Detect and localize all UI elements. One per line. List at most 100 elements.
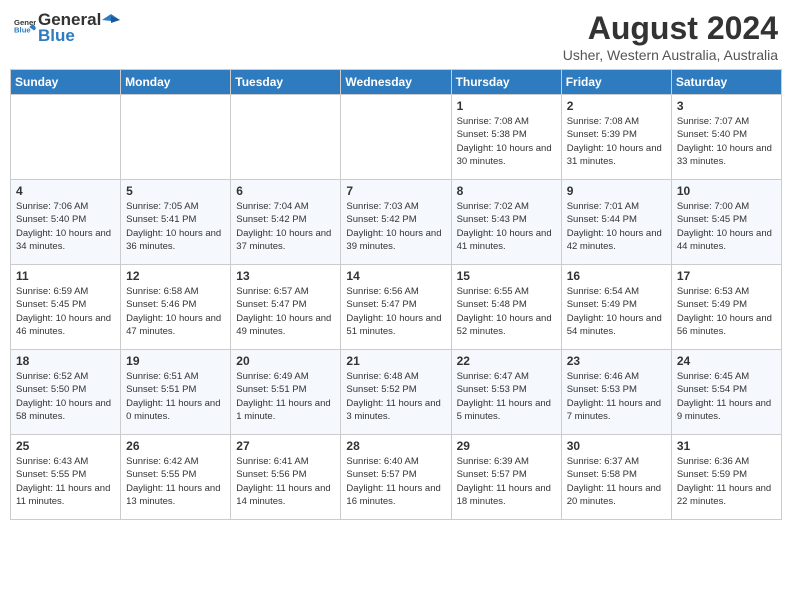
calendar-cell: 6 Sunrise: 7:04 AMSunset: 5:42 PMDaylight… [231, 180, 341, 265]
day-number: 5 [126, 184, 225, 198]
day-info: Sunrise: 6:59 AMSunset: 5:45 PMDaylight:… [16, 285, 115, 338]
day-info: Sunrise: 6:57 AMSunset: 5:47 PMDaylight:… [236, 285, 335, 338]
logo: General Blue General Blue [14, 10, 120, 46]
day-number: 3 [677, 99, 776, 113]
location-subtitle: Usher, Western Australia, Australia [563, 47, 778, 63]
calendar-cell: 1 Sunrise: 7:08 AMSunset: 5:38 PMDaylight… [451, 95, 561, 180]
calendar-cell: 31 Sunrise: 6:36 AMSunset: 5:59 PMDayligh… [671, 435, 781, 520]
day-info: Sunrise: 7:03 AMSunset: 5:42 PMDaylight:… [346, 200, 445, 253]
week-row-3: 11Sunrise: 6:59 AMSunset: 5:45 PMDayligh… [11, 265, 782, 350]
day-number: 9 [567, 184, 666, 198]
day-info: Sunrise: 6:46 AMSunset: 5:53 PMDaylight:… [567, 370, 666, 423]
day-number: 25 [16, 439, 115, 453]
header-saturday: Saturday [671, 70, 781, 95]
day-number: 1 [457, 99, 556, 113]
day-info: Sunrise: 6:37 AMSunset: 5:58 PMDaylight:… [567, 455, 666, 508]
day-info: Sunrise: 6:49 AMSunset: 5:51 PMDaylight:… [236, 370, 335, 423]
day-number: 19 [126, 354, 225, 368]
calendar-cell: 26Sunrise: 6:42 AMSunset: 5:55 PMDayligh… [121, 435, 231, 520]
day-info: Sunrise: 6:51 AMSunset: 5:51 PMDaylight:… [126, 370, 225, 423]
day-info: Sunrise: 6:36 AMSunset: 5:59 PMDaylight:… [677, 455, 776, 508]
day-number: 18 [16, 354, 115, 368]
week-row-2: 4Sunrise: 7:06 AMSunset: 5:40 PMDaylight… [11, 180, 782, 265]
calendar-cell: 25 Sunrise: 6:43 AMSunset: 5:55 PMDayligh… [11, 435, 121, 520]
day-info: Sunrise: 7:08 AMSunset: 5:38 PMDaylight:… [457, 115, 556, 168]
calendar-cell: 29 Sunrise: 6:39 AMSunset: 5:57 PMDayligh… [451, 435, 561, 520]
day-info: Sunrise: 6:54 AMSunset: 5:49 PMDaylight:… [567, 285, 666, 338]
svg-text:Blue: Blue [14, 25, 31, 34]
calendar-cell: 11Sunrise: 6:59 AMSunset: 5:45 PMDayligh… [11, 265, 121, 350]
calendar-cell: 18 Sunrise: 6:52 AMSunset: 5:50 PMDayligh… [11, 350, 121, 435]
calendar-cell: 20 Sunrise: 6:49 AMSunset: 5:51 PMDayligh… [231, 350, 341, 435]
day-number: 24 [677, 354, 776, 368]
day-info: Sunrise: 6:39 AMSunset: 5:57 PMDaylight:… [457, 455, 556, 508]
calendar-cell: 9 Sunrise: 7:01 AMSunset: 5:44 PMDaylight… [561, 180, 671, 265]
day-number: 27 [236, 439, 335, 453]
calendar-cell: 2 Sunrise: 7:08 AMSunset: 5:39 PMDaylight… [561, 95, 671, 180]
day-info: Sunrise: 6:41 AMSunset: 5:56 PMDaylight:… [236, 455, 335, 508]
calendar-cell [341, 95, 451, 180]
day-info: Sunrise: 7:08 AMSunset: 5:39 PMDaylight:… [567, 115, 666, 168]
day-info: Sunrise: 7:00 AMSunset: 5:45 PMDaylight:… [677, 200, 776, 253]
header-monday: Monday [121, 70, 231, 95]
day-info: Sunrise: 6:42 AMSunset: 5:55 PMDaylight:… [126, 455, 225, 508]
calendar-cell: 15 Sunrise: 6:55 AMSunset: 5:48 PMDayligh… [451, 265, 561, 350]
day-number: 16 [567, 269, 666, 283]
calendar-cell: 24 Sunrise: 6:45 AMSunset: 5:54 PMDayligh… [671, 350, 781, 435]
header-friday: Friday [561, 70, 671, 95]
header-row: SundayMondayTuesdayWednesdayThursdayFrid… [11, 70, 782, 95]
day-info: Sunrise: 6:55 AMSunset: 5:48 PMDaylight:… [457, 285, 556, 338]
day-number: 13 [236, 269, 335, 283]
day-number: 17 [677, 269, 776, 283]
calendar-cell: 17Sunrise: 6:53 AMSunset: 5:49 PMDayligh… [671, 265, 781, 350]
day-number: 21 [346, 354, 445, 368]
header-sunday: Sunday [11, 70, 121, 95]
day-info: Sunrise: 7:04 AMSunset: 5:42 PMDaylight:… [236, 200, 335, 253]
week-row-1: 1 Sunrise: 7:08 AMSunset: 5:38 PMDaylight… [11, 95, 782, 180]
calendar-cell: 16 Sunrise: 6:54 AMSunset: 5:49 PMDayligh… [561, 265, 671, 350]
day-info: Sunrise: 7:06 AMSunset: 5:40 PMDaylight:… [16, 200, 115, 253]
calendar-cell: 10 Sunrise: 7:00 AMSunset: 5:45 PMDayligh… [671, 180, 781, 265]
calendar-cell: 19 Sunrise: 6:51 AMSunset: 5:51 PMDayligh… [121, 350, 231, 435]
day-number: 30 [567, 439, 666, 453]
day-number: 10 [677, 184, 776, 198]
calendar-cell: 7 Sunrise: 7:03 AMSunset: 5:42 PMDaylight… [341, 180, 451, 265]
day-info: Sunrise: 6:47 AMSunset: 5:53 PMDaylight:… [457, 370, 556, 423]
day-number: 22 [457, 354, 556, 368]
day-number: 14 [346, 269, 445, 283]
calendar-cell [11, 95, 121, 180]
month-year-title: August 2024 [563, 10, 778, 47]
day-info: Sunrise: 6:40 AMSunset: 5:57 PMDaylight:… [346, 455, 445, 508]
day-info: Sunrise: 6:43 AMSunset: 5:55 PMDaylight:… [16, 455, 115, 508]
day-number: 7 [346, 184, 445, 198]
header-wednesday: Wednesday [341, 70, 451, 95]
day-number: 8 [457, 184, 556, 198]
calendar-cell: 4Sunrise: 7:06 AMSunset: 5:40 PMDaylight… [11, 180, 121, 265]
day-info: Sunrise: 6:45 AMSunset: 5:54 PMDaylight:… [677, 370, 776, 423]
day-info: Sunrise: 7:07 AMSunset: 5:40 PMDaylight:… [677, 115, 776, 168]
day-info: Sunrise: 6:48 AMSunset: 5:52 PMDaylight:… [346, 370, 445, 423]
week-row-5: 25 Sunrise: 6:43 AMSunset: 5:55 PMDayligh… [11, 435, 782, 520]
day-number: 2 [567, 99, 666, 113]
week-row-4: 18 Sunrise: 6:52 AMSunset: 5:50 PMDayligh… [11, 350, 782, 435]
page-header: General Blue General Blue August 2024 Us… [10, 10, 782, 63]
day-info: Sunrise: 6:56 AMSunset: 5:47 PMDaylight:… [346, 285, 445, 338]
day-info: Sunrise: 6:52 AMSunset: 5:50 PMDaylight:… [16, 370, 115, 423]
day-number: 15 [457, 269, 556, 283]
calendar-cell: 27 Sunrise: 6:41 AMSunset: 5:56 PMDayligh… [231, 435, 341, 520]
calendar-cell: 23 Sunrise: 6:46 AMSunset: 5:53 PMDayligh… [561, 350, 671, 435]
calendar-cell: 30 Sunrise: 6:37 AMSunset: 5:58 PMDayligh… [561, 435, 671, 520]
day-info: Sunrise: 6:58 AMSunset: 5:46 PMDaylight:… [126, 285, 225, 338]
header-tuesday: Tuesday [231, 70, 341, 95]
day-number: 29 [457, 439, 556, 453]
day-number: 6 [236, 184, 335, 198]
calendar-cell: 21 Sunrise: 6:48 AMSunset: 5:52 PMDayligh… [341, 350, 451, 435]
calendar-cell: 8 Sunrise: 7:02 AMSunset: 5:43 PMDaylight… [451, 180, 561, 265]
day-info: Sunrise: 7:01 AMSunset: 5:44 PMDaylight:… [567, 200, 666, 253]
day-number: 31 [677, 439, 776, 453]
day-number: 20 [236, 354, 335, 368]
day-number: 23 [567, 354, 666, 368]
calendar-table: SundayMondayTuesdayWednesdayThursdayFrid… [10, 69, 782, 520]
day-info: Sunrise: 7:05 AMSunset: 5:41 PMDaylight:… [126, 200, 225, 253]
day-info: Sunrise: 7:02 AMSunset: 5:43 PMDaylight:… [457, 200, 556, 253]
